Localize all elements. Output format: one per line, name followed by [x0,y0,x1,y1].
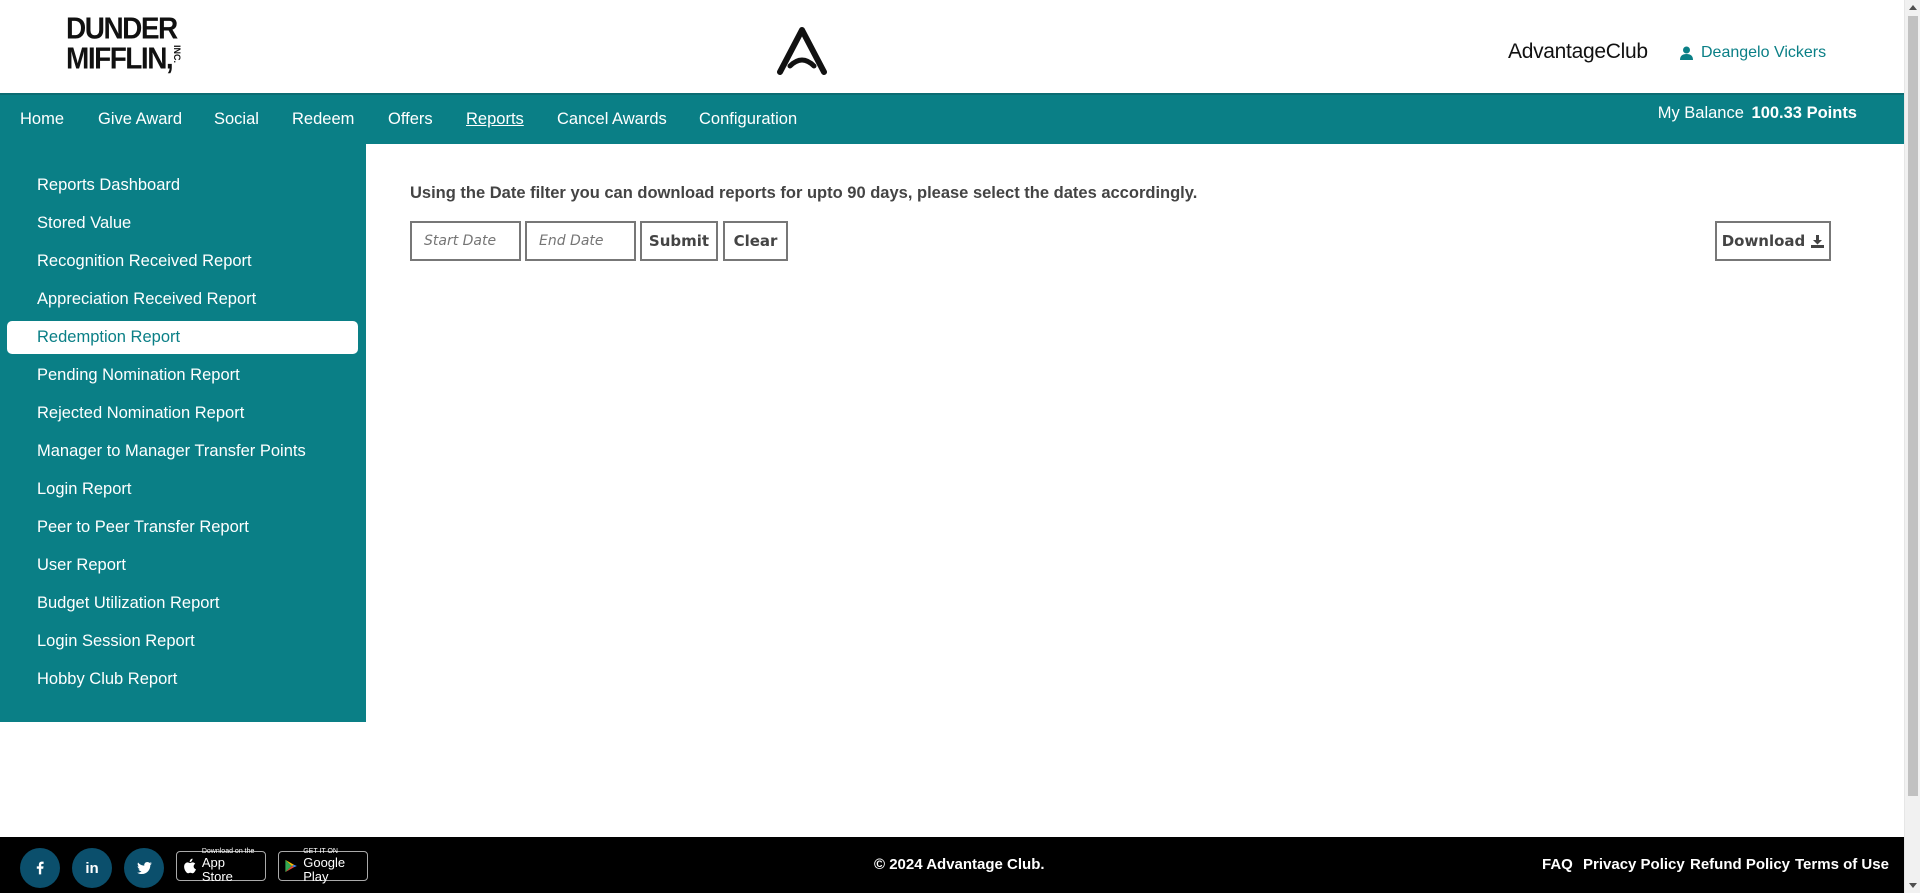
twitter-icon[interactable] [124,848,164,888]
sidebar-item-login-session[interactable]: Login Session Report [37,632,195,651]
clear-button[interactable]: Clear [723,221,788,261]
dunder-mifflin-logo[interactable]: DUNDER MIFFLIN, INC. [66,10,184,75]
sidebar-item-recognition-received[interactable]: Recognition Received Report [37,252,252,271]
club-name: AdvantageClub [1508,40,1648,63]
balance: My Balance 100.33 Points [1658,104,1857,123]
nav-cancel-awards[interactable]: Cancel Awards [557,110,667,129]
google-play-badge[interactable]: GET IT ON Google Play [278,848,368,884]
page: DUNDER MIFFLIN, INC. AdvantageClub Deang… [0,0,1920,893]
start-date-input[interactable] [410,221,521,261]
footer: in Download on the App Store GET IT ON G… [0,837,1904,893]
footer-link-refund-policy[interactable]: Refund Policy [1690,856,1790,873]
scroll-thumb[interactable] [1908,16,1918,796]
sidebar-item-peer-transfer[interactable]: Peer to Peer Transfer Report [37,518,249,537]
sidebar-item-stored-value[interactable]: Stored Value [37,214,131,233]
footer-link-terms-of-use[interactable]: Terms of Use [1795,856,1889,873]
download-icon [1811,234,1825,248]
user-menu[interactable]: Deangelo Vickers [1680,44,1826,62]
download-label: Download [1721,232,1806,250]
scroll-down-arrow[interactable] [1909,883,1917,888]
sidebar-item-user-report[interactable]: User Report [37,556,126,575]
scroll-up-arrow[interactable] [1909,5,1917,10]
linkedin-icon[interactable]: in [72,848,112,888]
footer-link-faq[interactable]: FAQ [1542,856,1573,873]
sidebar-item-login-report[interactable]: Login Report [37,480,131,499]
sidebar-item-budget-utilization[interactable]: Budget Utilization Report [37,594,220,613]
advantage-logo-icon[interactable] [776,26,828,76]
logo-line-2: MIFFLIN, [66,40,174,75]
sidebar-item-reports-dashboard[interactable]: Reports Dashboard [37,176,180,195]
nav-configuration[interactable]: Configuration [699,110,797,129]
submit-button[interactable]: Submit [640,221,718,261]
copyright: © 2024 Advantage Club. [874,856,1045,873]
page-scrollbar[interactable] [1904,0,1920,893]
google-play-icon [285,859,297,873]
nav-social[interactable]: Social [214,110,259,129]
balance-value: 100.33 Points [1751,104,1857,122]
nav-offers[interactable]: Offers [388,110,433,129]
logo-line-1: DUNDER [66,10,178,45]
main-nav: Home Give Award Social Redeem Offers Rep… [0,93,1904,144]
date-filter-info: Using the Date filter you can download r… [410,184,1198,202]
nav-reports[interactable]: Reports [466,110,524,129]
facebook-icon[interactable] [20,848,60,888]
top-header: DUNDER MIFFLIN, INC. AdvantageClub Deang… [0,0,1904,93]
google-play-text: Google Play [303,855,346,884]
nav-give-award[interactable]: Give Award [98,110,182,129]
app-store-badge[interactable]: Download on the App Store [176,848,266,884]
sidebar-item-appreciation-received[interactable]: Appreciation Received Report [37,290,256,309]
reports-sidebar: Reports Dashboard Stored Value Recogniti… [0,144,366,722]
balance-label: My Balance [1657,104,1744,122]
user-icon [1680,46,1693,60]
sidebar-item-redemption-report[interactable]: Redemption Report [37,328,180,347]
sidebar-item-pending-nomination[interactable]: Pending Nomination Report [37,366,240,385]
apple-icon [184,858,196,874]
sidebar-item-rejected-nomination[interactable]: Rejected Nomination Report [37,404,244,423]
sidebar-item-manager-transfer[interactable]: Manager to Manager Transfer Points [37,442,306,461]
logo-inc: INC. [172,45,182,63]
nav-home[interactable]: Home [20,110,64,129]
nav-redeem[interactable]: Redeem [292,110,354,129]
end-date-input[interactable] [525,221,636,261]
user-name: Deangelo Vickers [1701,44,1827,61]
download-button[interactable]: Download [1715,221,1831,261]
app-store-text: App Store [201,855,233,884]
sidebar-item-hobby-club[interactable]: Hobby Club Report [37,670,177,689]
footer-link-privacy-policy[interactable]: Privacy Policy [1583,856,1685,873]
